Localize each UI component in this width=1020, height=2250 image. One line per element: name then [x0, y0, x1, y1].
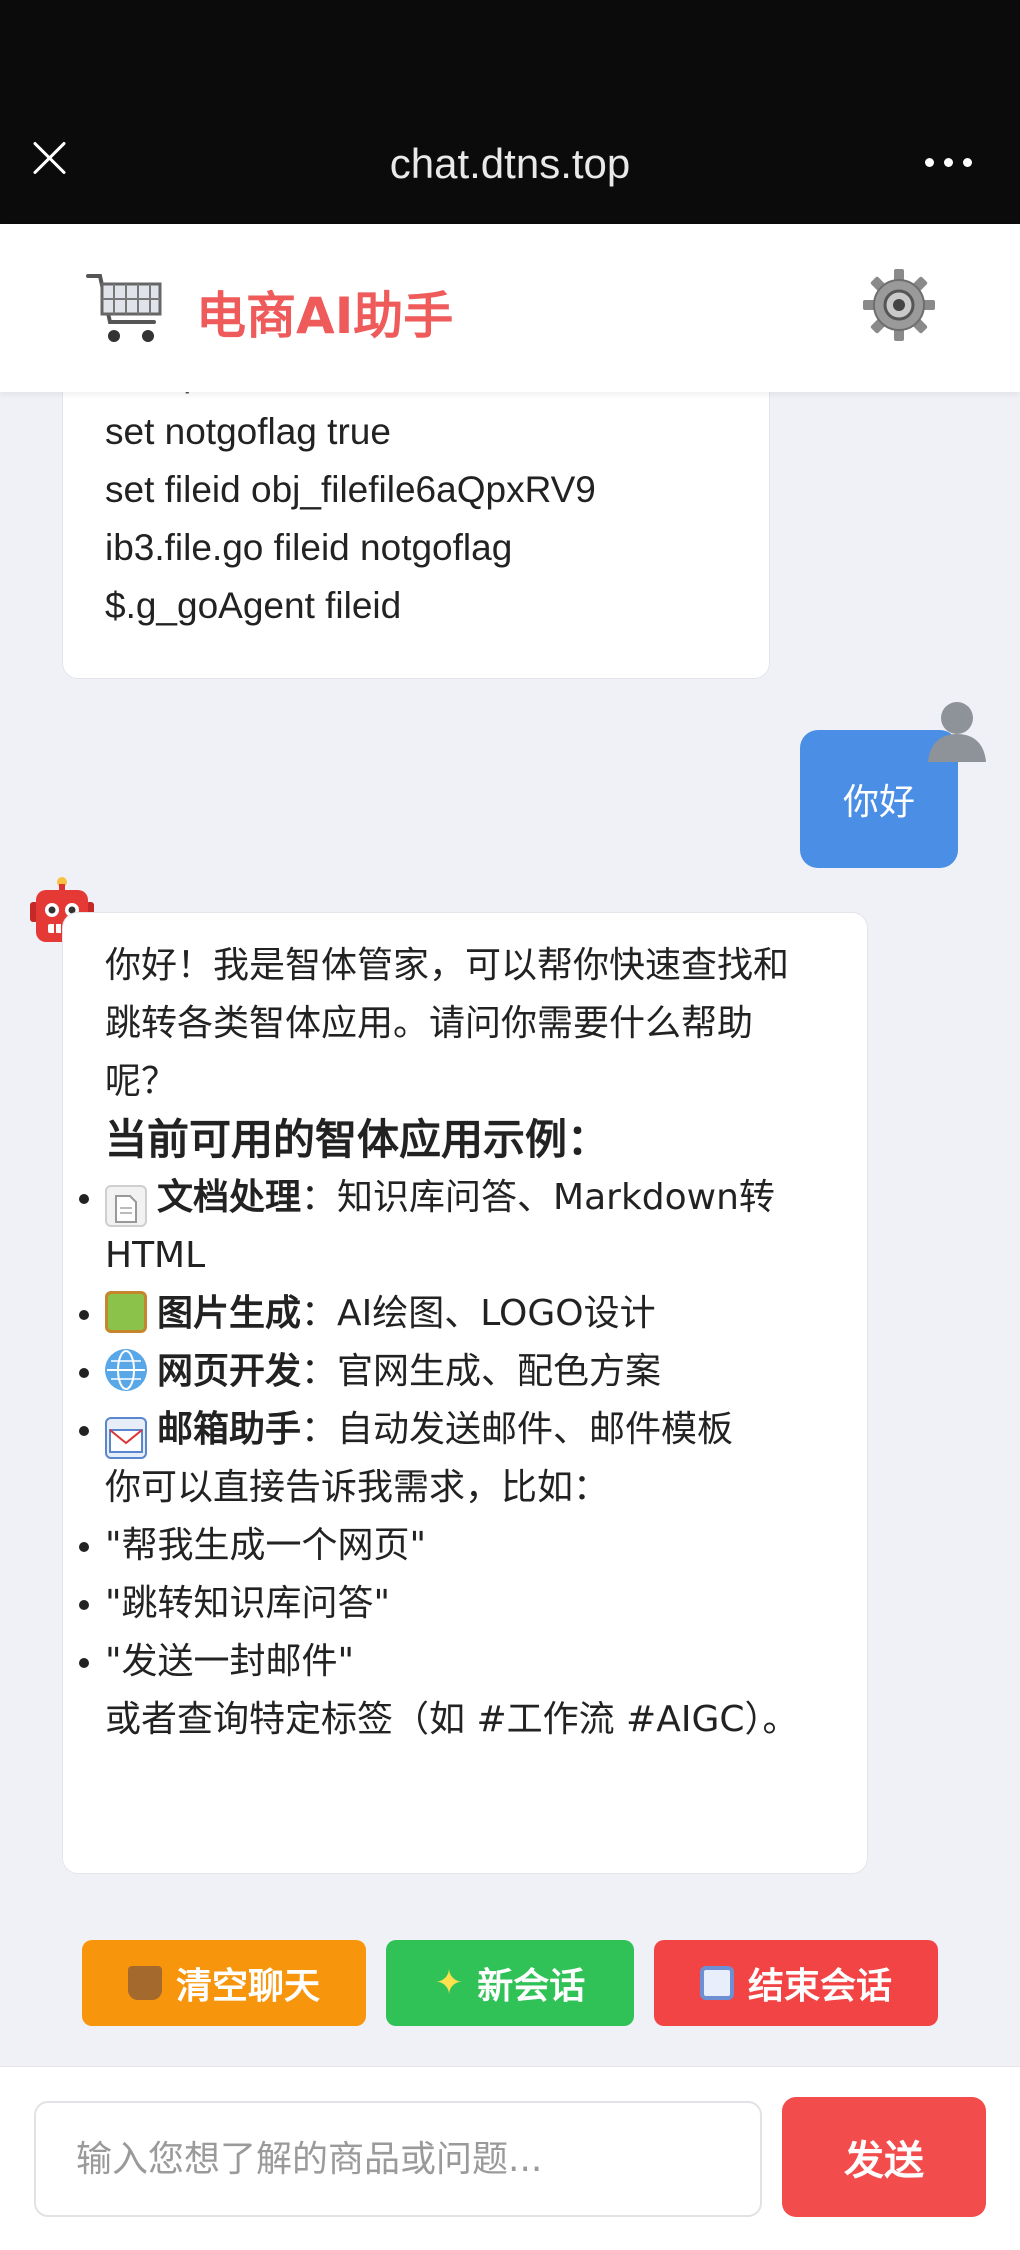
feature-desc: ：AI绘图、LOGO设计	[301, 1293, 656, 1334]
feature-name: 图片生成	[157, 1293, 302, 1334]
globe-icon	[105, 1349, 147, 1391]
clear-chat-button[interactable]: 清空聊天	[82, 1940, 366, 2026]
code-line: ib3.file.go fileid notgoflag	[105, 527, 513, 568]
stop-icon	[699, 1966, 734, 2000]
user-message-text: 你好	[842, 782, 915, 823]
more-icon[interactable]	[918, 150, 978, 174]
code-line-partial: set tips = 行现代 在内京协示 与 个 3	[105, 392, 719, 403]
bot-message: 你好！我是智体管家，可以帮你快速查找和跳转各类智体应用。请问你需要什么帮助呢？ …	[62, 912, 868, 1874]
example-item: "发送一封邮件"	[79, 1633, 817, 1691]
trash-icon	[127, 1966, 162, 2000]
email-icon	[105, 1417, 147, 1459]
picture-icon	[105, 1291, 147, 1333]
feature-desc: ：自动发送邮件、邮件模板	[301, 1409, 734, 1450]
feature-desc: ：官网生成、配色方案	[301, 1351, 662, 1392]
feature-list: 文档处理：知识库问答、Markdown转HTML 图片生成：AI绘图、LOGO设…	[79, 1169, 817, 1459]
end-session-button[interactable]: 结束会话	[654, 1940, 938, 2026]
app-header: 电商AI助手	[0, 224, 1020, 392]
sparkle-icon: ✦	[434, 1963, 464, 2003]
bot-message-previous: set tips = 行现代 在内京协示 与 个 3 set notgoflag…	[62, 392, 770, 679]
feature-item: 图片生成：AI绘图、LOGO设计	[79, 1285, 817, 1343]
feature-item: 文档处理：知识库问答、Markdown转HTML	[79, 1169, 817, 1285]
user-avatar-icon	[928, 702, 986, 762]
composer-bar: 发送	[0, 2066, 1020, 2250]
browser-bar: chat.dtns.top	[0, 0, 1020, 224]
action-bar: 清空聊天 ✦ 新会话 结束会话	[0, 1940, 1020, 2026]
feature-item: 网页开发：官网生成、配色方案	[79, 1343, 817, 1401]
chat-area[interactable]: set tips = 行现代 在内京协示 与 个 3 set notgoflag…	[0, 392, 1020, 2064]
clear-chat-label: 清空聊天	[175, 1966, 320, 2007]
send-button[interactable]: 发送	[782, 2097, 986, 2217]
cart-icon	[86, 274, 162, 342]
bot-heading: 当前可用的智体应用示例：	[105, 1115, 610, 1164]
browser-url: chat.dtns.top	[389, 140, 631, 187]
end-session-label: 结束会话	[747, 1966, 892, 2007]
example-list: "帮我生成一个网页" "跳转知识库问答" "发送一封邮件"	[79, 1517, 817, 1691]
new-session-button[interactable]: ✦ 新会话	[386, 1940, 634, 2026]
document-icon	[105, 1185, 147, 1227]
example-item: "跳转知识库问答"	[79, 1575, 817, 1633]
bot-prompt: 你可以直接告诉我需求，比如：	[105, 1467, 610, 1508]
feature-item: 邮箱助手：自动发送邮件、邮件模板	[79, 1401, 817, 1459]
example-item: "帮我生成一个网页"	[79, 1517, 817, 1575]
bot-intro: 你好！我是智体管家，可以帮你快速查找和跳转各类智体应用。请问你需要什么帮助呢？	[105, 945, 790, 1102]
new-session-label: 新会话	[477, 1966, 586, 2007]
message-input[interactable]	[34, 2101, 762, 2217]
feature-name: 文档处理	[157, 1177, 302, 1218]
feature-name: 网页开发	[157, 1351, 302, 1392]
bot-outro: 或者查询特定标签（如 #工作流 #AIGC）。	[105, 1699, 799, 1740]
feature-name: 邮箱助手	[157, 1409, 302, 1450]
code-line: set fileid obj_filefile6aQpxRV9	[105, 469, 596, 510]
code-line: set notgoflag true	[105, 411, 391, 452]
code-line: $.g_goAgent fileid	[105, 585, 402, 626]
gear-icon[interactable]	[862, 268, 936, 342]
app-title: 电商AI助手	[196, 287, 454, 345]
